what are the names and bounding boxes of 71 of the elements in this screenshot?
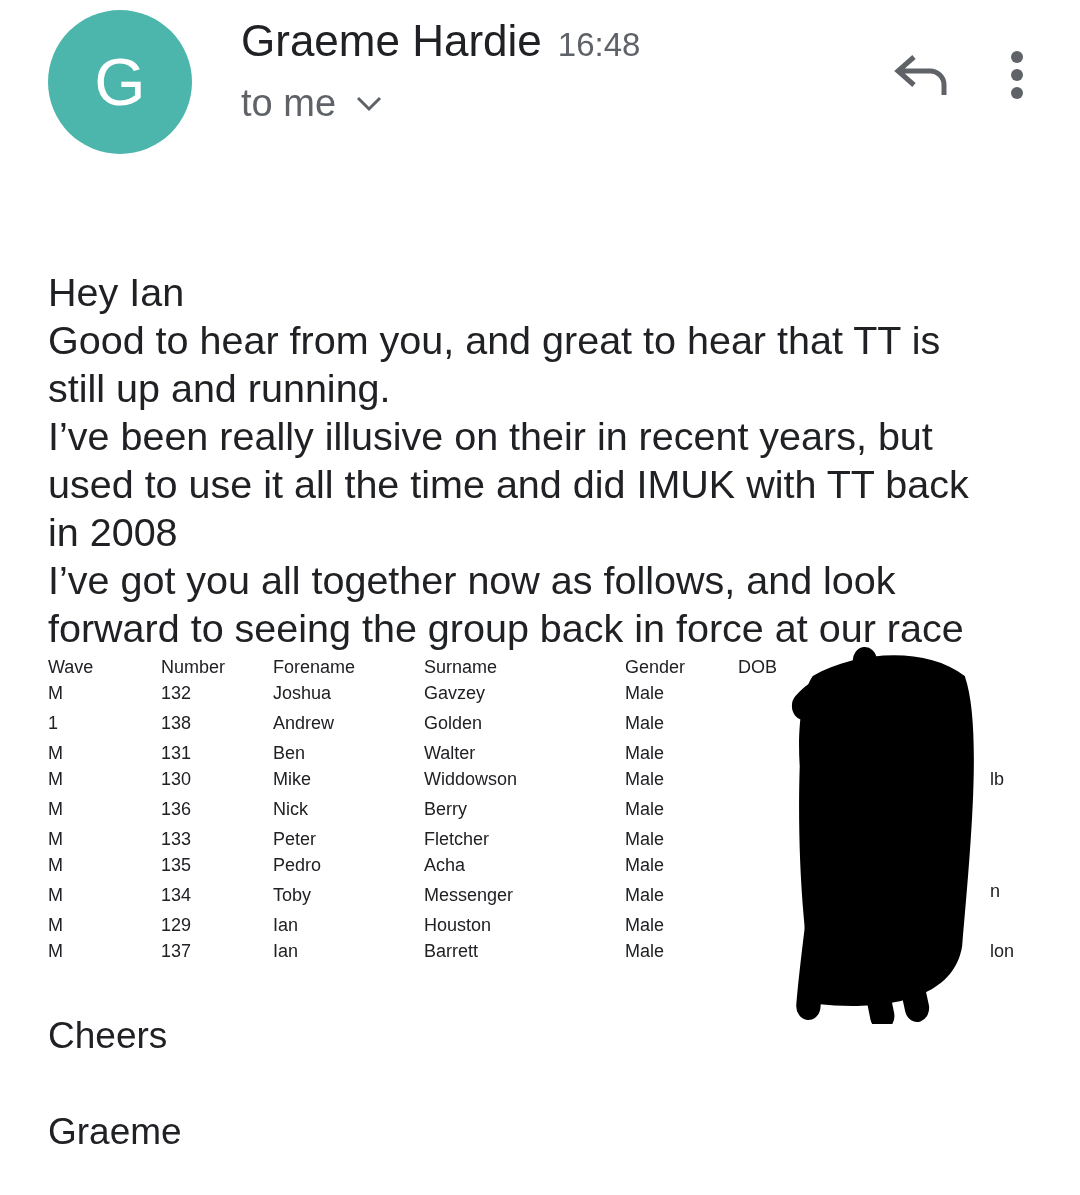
message-paragraph: I’ve been really illusive on their in recent years, but used to use it all the time and did IMUK with TT back in 2008 — [48, 413, 970, 556]
table-cell-text: Berry — [424, 798, 468, 821]
table-cell-text: Nick — [273, 798, 309, 821]
table-cell-text: Barrett — [424, 940, 480, 963]
table-cell-text: M — [48, 828, 64, 851]
sender-name: Graeme Hardie — [241, 16, 542, 66]
table-cell-text: M — [48, 940, 64, 963]
closing-text: Cheers — [48, 1014, 169, 1058]
table-cell-text: 135 — [161, 854, 193, 877]
table-cell-text: Male — [625, 798, 665, 821]
table-cell-text: 130 — [161, 768, 193, 791]
column-header: Surname — [424, 656, 499, 679]
table-cell-text: lb — [990, 768, 1005, 791]
message-paragraph: Good to hear from you, and great to hear that TT is still up and running. — [48, 317, 942, 412]
table-cell-text: Male — [625, 712, 665, 735]
table-cell-text: Male — [625, 768, 665, 791]
table-cell-text: Pedro — [273, 854, 323, 877]
table-cell-text: M — [48, 854, 64, 877]
table-cell-text: M — [48, 742, 64, 765]
table-cell-text: 129 — [161, 914, 193, 937]
table-cell-text: Male — [625, 742, 665, 765]
table-cell-text: Peter — [273, 828, 318, 851]
table-cell-text: Ian — [273, 940, 300, 963]
table-cell-text: Acha — [424, 854, 467, 877]
table-cell-text: Male — [625, 854, 665, 877]
table-cell-text: Joshua — [273, 682, 333, 705]
table-cell-text: M — [48, 914, 64, 937]
table-cell-text: Golden — [424, 712, 484, 735]
table-cell-text: Ian — [273, 914, 300, 937]
reply-button[interactable] — [894, 53, 950, 97]
table-cell-text: M — [48, 768, 64, 791]
table-cell-text: Widdowson — [424, 768, 519, 791]
closing-text: Graeme — [48, 1110, 183, 1154]
chevron-down-icon — [356, 95, 383, 112]
table-cell-text: 136 — [161, 798, 193, 821]
table-cell-text: M — [48, 798, 64, 821]
table-cell-text: Messenger — [424, 884, 515, 907]
table-cell-text: n — [990, 880, 1001, 903]
message-paragraph: Hey Ian — [48, 269, 186, 316]
table-cell-text: Gavzey — [424, 682, 487, 705]
table-cell-text: Male — [625, 914, 665, 937]
table-cell-text: Walter — [424, 742, 477, 765]
more-options-icon[interactable] — [1010, 50, 1024, 100]
column-header: DOB — [738, 656, 778, 679]
column-header: Forename — [273, 656, 357, 679]
table-cell-text: Toby — [273, 884, 313, 907]
table-cell-text: Male — [625, 828, 665, 851]
table-cell-text: 134 — [161, 884, 193, 907]
table-cell-text: Male — [625, 940, 665, 963]
recipient-dropdown[interactable]: to me — [241, 82, 845, 125]
column-header: Wave — [48, 656, 95, 679]
table-cell-text: Mike — [273, 768, 312, 791]
column-header: Gender — [625, 656, 687, 679]
table-cell-text: Male — [625, 682, 665, 705]
message-paragraph: I’ve got you all together now as follows, and look forward to seeing the group back in force at our race — [48, 557, 965, 652]
table-cell-text: Fletcher — [424, 828, 491, 851]
table-cell-text: Houston — [424, 914, 493, 937]
table-cell-text: Ben — [273, 742, 307, 765]
table-cell-text: 138 — [161, 712, 193, 735]
column-header: Number — [161, 656, 227, 679]
table-cell-text: 137 — [161, 940, 193, 963]
table-cell-text: 132 — [161, 682, 193, 705]
table-cell-text: Male — [625, 884, 665, 907]
table-cell-text: M — [48, 884, 64, 907]
table-cell-text: 1 — [48, 712, 59, 735]
table-cell-text: M — [48, 682, 64, 705]
sent-time: 16:48 — [557, 26, 641, 64]
table-cell-text: 133 — [161, 828, 193, 851]
table-cell-text: lon — [990, 940, 1016, 963]
table-cell-text: Andrew — [273, 712, 336, 735]
table-cell-text: 131 — [161, 742, 193, 765]
